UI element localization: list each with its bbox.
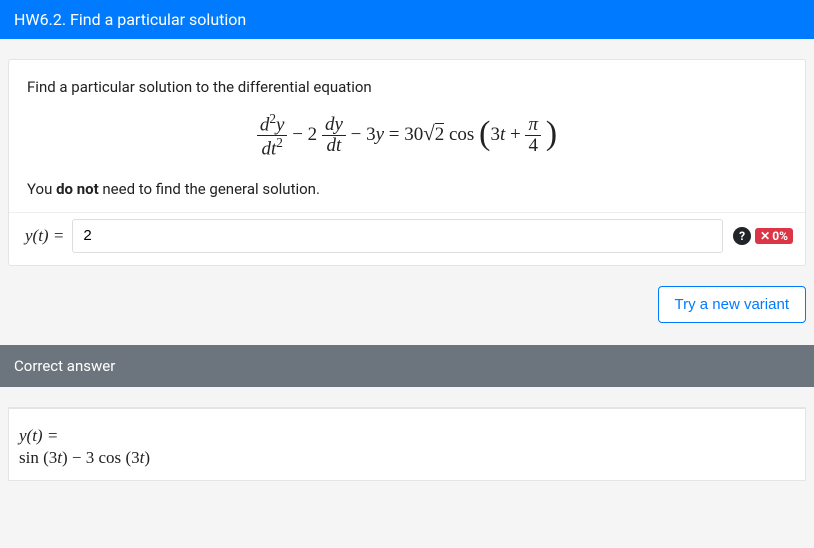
question-prompt: Find a particular solution to the differ… <box>27 78 787 96</box>
help-icon[interactable]: ? <box>733 227 751 245</box>
answer-input-row: y(t) = ? ✕0% <box>9 212 805 259</box>
correct-answer-header: Correct answer <box>0 345 814 387</box>
try-new-variant-button[interactable]: Try a new variant <box>658 286 807 323</box>
answer-section: y(t) = sin (3t) − 3 cos (3t) <box>0 387 814 482</box>
answer-card: y(t) = sin (3t) − 3 cos (3t) <box>8 407 806 482</box>
question-card: Find a particular solution to the differ… <box>8 59 806 266</box>
score-badge: ✕0% <box>755 228 793 244</box>
question-note: You do not need to find the general solu… <box>27 180 787 198</box>
actions-row: Try a new variant <box>0 266 814 345</box>
question-section: Find a particular solution to the differ… <box>0 39 814 266</box>
x-icon: ✕ <box>760 229 770 243</box>
page-title: HW6.2. Find a particular solution <box>0 0 814 39</box>
answer-input-label: y(t) = <box>17 226 72 246</box>
answer-input[interactable] <box>72 219 723 253</box>
feedback-group: ? ✕0% <box>733 227 793 245</box>
equation-display: d2y dt2 − 2 dy dt − 3y = 30√2 cos (3t + … <box>27 112 787 160</box>
correct-answer-math: y(t) = sin (3t) − 3 cos (3t) <box>19 425 795 471</box>
